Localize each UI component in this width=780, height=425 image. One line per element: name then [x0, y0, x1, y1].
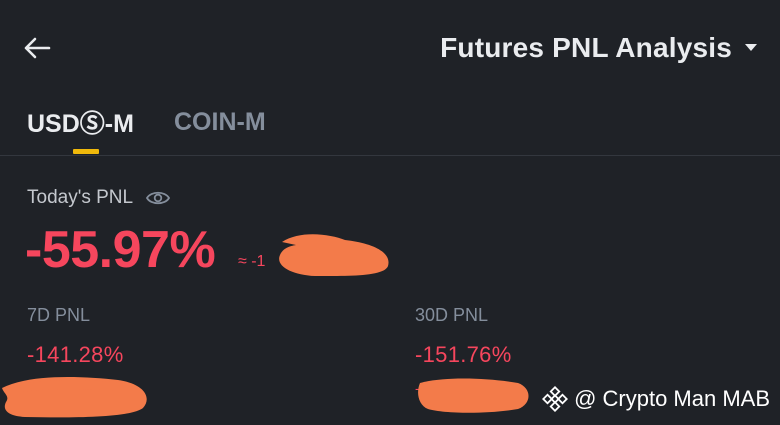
30d-pnl-approx: - — [415, 380, 420, 396]
tabs-divider — [0, 155, 780, 156]
visibility-toggle[interactable] — [145, 186, 171, 210]
title-dropdown[interactable]: Futures PNL Analysis — [440, 28, 758, 68]
30d-pnl-label: 30D PNL — [415, 305, 489, 325]
watermark-text: @ Crypto Man MAB — [574, 386, 770, 411]
todays-pnl-header: Today's PNL — [27, 186, 171, 210]
redaction-mark-7d-b — [20, 379, 128, 392]
30d-pnl-value: -151.76% — [415, 342, 512, 367]
page-title: Futures PNL Analysis — [440, 32, 732, 63]
eye-icon — [146, 191, 171, 205]
7d-pnl-label: 7D PNL — [27, 305, 91, 325]
todays-pnl-value: -55.97% — [25, 221, 216, 279]
todays-pnl-approx: ≈ -1 — [238, 253, 266, 270]
arrow-left-icon — [24, 37, 51, 59]
binance-logo-icon — [542, 386, 569, 412]
active-tab-indicator — [73, 149, 99, 154]
redaction-mark-30d — [418, 378, 529, 413]
redaction-mark-today — [279, 234, 389, 277]
back-button[interactable] — [22, 28, 66, 68]
watermark: @ Crypto Man MAB — [542, 384, 770, 414]
tab-usds-m[interactable]: USDⓈ-M — [27, 104, 134, 140]
7d-pnl-value: -141.28% — [27, 342, 124, 367]
tab-coin-m[interactable]: COIN-M — [174, 104, 266, 140]
todays-pnl-label: Today's PNL — [27, 187, 134, 208]
redaction-mark-7d — [2, 377, 147, 418]
caret-down-icon — [745, 44, 757, 51]
